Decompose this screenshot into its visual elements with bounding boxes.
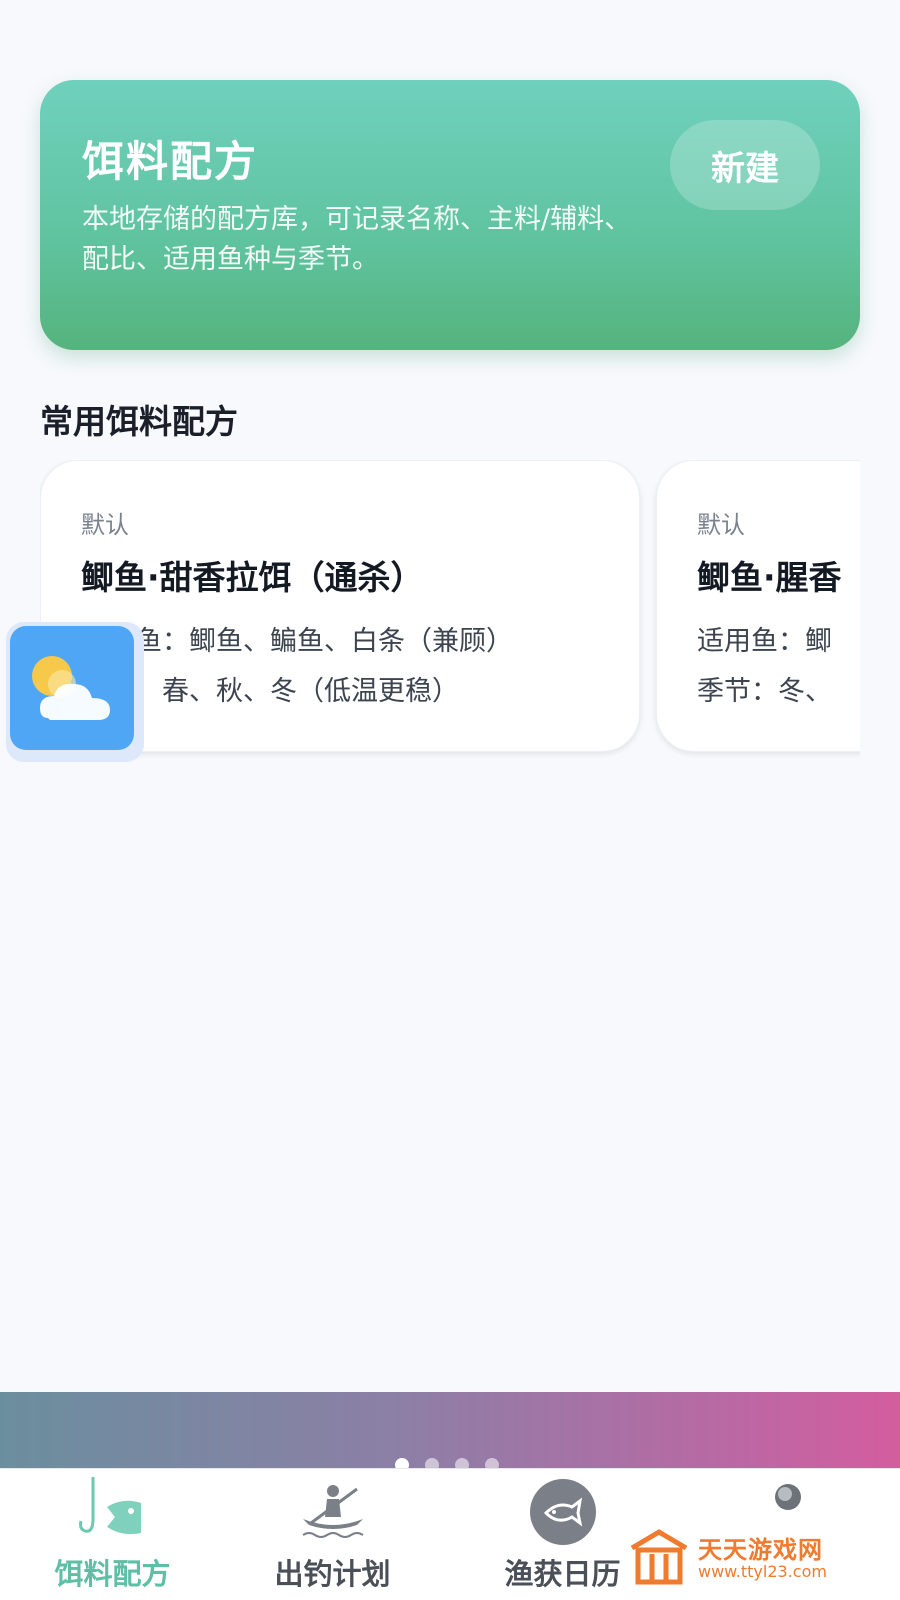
- watermark-url: www.ttyl23.com: [698, 1562, 827, 1581]
- new-recipe-button[interactable]: 新建: [670, 120, 820, 210]
- recipe-fish: 适用鱼：鲫鱼、鳊鱼、白条（兼顾）: [81, 626, 513, 657]
- hero-description: 本地存储的配方库，可记录名称、主料/辅料、配比、适用鱼种与季节。: [82, 204, 632, 275]
- promo-banner[interactable]: [0, 1392, 900, 1468]
- recipe-season: 季节：冬、: [697, 676, 832, 707]
- page: 饵料配方 本地存储的配方库，可记录名称、主料/辅料、配比、适用鱼种与季节。 新建…: [0, 0, 900, 1600]
- watermark: 天天游戏网 www.ttyl23.com: [628, 1528, 888, 1590]
- recipe-name: 鲫鱼·腥香: [697, 558, 842, 597]
- hero-card: 饵料配方 本地存储的配方库，可记录名称、主料/辅料、配比、适用鱼种与季节。 新建: [40, 80, 860, 350]
- tab-bait-recipes[interactable]: 饵料配方: [0, 1469, 225, 1600]
- section-title: 常用饵料配方: [40, 402, 238, 441]
- tab-label: 出钓计划: [274, 1557, 391, 1591]
- watermark-logo-icon: [630, 1529, 688, 1585]
- recipe-fish: 适用鱼：鲫: [697, 626, 832, 657]
- tab-fishing-plan[interactable]: 出钓计划: [220, 1469, 445, 1600]
- kayak-paddler-icon: [293, 1477, 373, 1551]
- fishing-hook-fish-icon: [73, 1477, 153, 1551]
- recipe-name: 鲫鱼·甜香拉饵（通杀）: [81, 558, 424, 597]
- recipe-tag: 默认: [697, 511, 745, 539]
- weather-widget[interactable]: [6, 622, 144, 762]
- tab-label: 饵料配方: [54, 1557, 171, 1591]
- weather-sun-cloud-icon: [10, 626, 134, 750]
- partial-circle-icon: [768, 1477, 808, 1521]
- recipe-carousel[interactable]: 默认 鲫鱼·甜香拉饵（通杀） 适用鱼：鲫鱼、鳊鱼、白条（兼顾） 季节：春、秋、冬…: [40, 460, 860, 760]
- recipe-tag: 默认: [81, 511, 129, 539]
- fish-circle-icon: [528, 1477, 598, 1551]
- watermark-name: 天天游戏网: [698, 1536, 823, 1564]
- page-title: 饵料配方: [82, 137, 259, 186]
- recipe-card[interactable]: 默认 鲫鱼·腥香 适用鱼：鲫 季节：冬、: [656, 460, 860, 752]
